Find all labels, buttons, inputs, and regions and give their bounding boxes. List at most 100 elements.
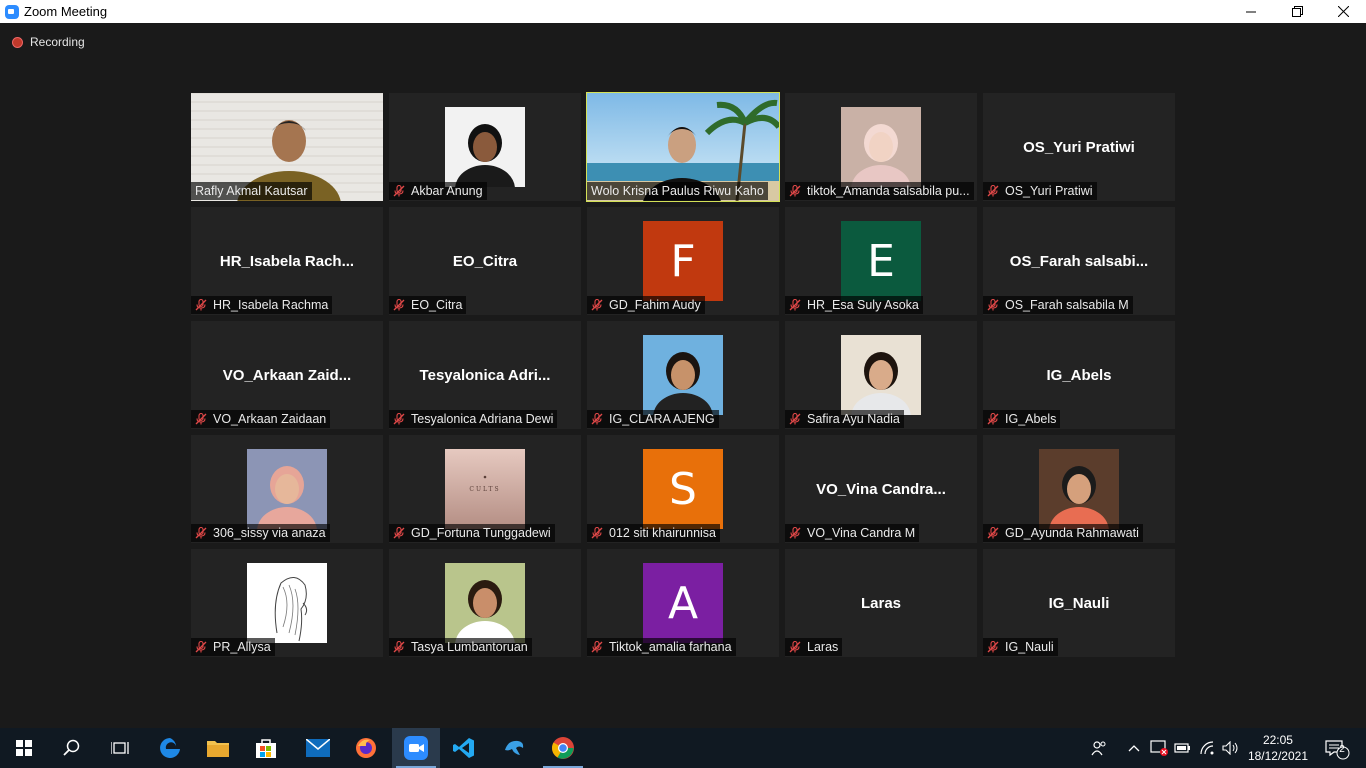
zoom-taskbar-button[interactable] bbox=[392, 728, 440, 768]
participant-tile[interactable]: Wolo Krisna Paulus Riwu Kaho bbox=[586, 92, 780, 202]
maximize-button[interactable] bbox=[1274, 0, 1320, 23]
participant-name-label: GD_Fahim Audy bbox=[587, 296, 705, 314]
mic-muted-icon bbox=[789, 299, 801, 311]
participant-name: HR_Isabela Rachma bbox=[213, 298, 329, 312]
participant-tile[interactable]: E HR_Esa Suly Asoka bbox=[785, 207, 977, 315]
chrome-icon bbox=[552, 737, 574, 759]
participant-tile[interactable]: IG_Abels IG_Abels bbox=[983, 321, 1175, 429]
participant-tile[interactable]: IG_Nauli IG_Nauli bbox=[983, 549, 1175, 657]
participant-tile[interactable]: EO_Citra EO_Citra bbox=[389, 207, 581, 315]
show-hidden-icons-button[interactable] bbox=[1124, 728, 1144, 768]
participant-avatar-letter: E bbox=[841, 221, 921, 301]
profile-photo-art bbox=[841, 107, 921, 187]
start-button[interactable] bbox=[0, 728, 48, 768]
participant-name-label: PR_Allysa bbox=[191, 638, 275, 656]
participant-tile[interactable]: VO_Vina Candra... VO_Vina Candra M bbox=[785, 435, 977, 543]
store-taskbar-button[interactable] bbox=[242, 728, 290, 768]
participant-name-label: 012 siti khairunnisa bbox=[587, 524, 721, 542]
close-icon bbox=[1337, 6, 1349, 17]
participant-name-label: OS_Yuri Pratiwi bbox=[983, 182, 1097, 200]
people-tray-button[interactable] bbox=[1088, 728, 1110, 768]
mic-muted-icon bbox=[591, 641, 603, 653]
participant-display-name: VO_Arkaan Zaid... bbox=[222, 367, 352, 384]
participant-tile[interactable]: A Tiktok_amalia farhana bbox=[587, 549, 779, 657]
participant-tile[interactable]: Rafly Akmal Kautsar bbox=[191, 93, 383, 201]
participant-tile[interactable]: Laras Laras bbox=[785, 549, 977, 657]
participant-tile[interactable]: VO_Arkaan Zaid... VO_Arkaan Zaidaan bbox=[191, 321, 383, 429]
speaker-icon bbox=[1222, 741, 1238, 755]
recording-indicator[interactable]: Recording bbox=[12, 35, 85, 49]
participant-name: GD_Ayunda Rahmawati bbox=[1005, 526, 1139, 540]
participant-avatar-letter: F bbox=[643, 221, 723, 301]
minimize-button[interactable] bbox=[1228, 0, 1274, 23]
edge-taskbar-button[interactable] bbox=[146, 728, 194, 768]
vscode-taskbar-button[interactable] bbox=[440, 728, 488, 768]
svg-text:CULTS: CULTS bbox=[469, 486, 500, 493]
search-button[interactable] bbox=[48, 728, 96, 768]
profile-photo-art bbox=[247, 449, 327, 529]
participant-name: Safira Ayu Nadia bbox=[807, 412, 900, 426]
notification-count: 2 bbox=[1339, 744, 1345, 755]
participant-name: Laras bbox=[807, 640, 839, 654]
participant-name-label: EO_Citra bbox=[389, 296, 467, 314]
participant-name: PR_Allysa bbox=[213, 640, 271, 654]
participant-name: GD_Fortuna Tunggadewi bbox=[411, 526, 551, 540]
participant-display-name: OS_Farah salsabi... bbox=[1009, 253, 1149, 270]
participant-display-name: IG_Abels bbox=[1046, 367, 1112, 384]
participant-tile[interactable]: tiktok_Amanda salsabila pu... bbox=[785, 93, 977, 201]
mic-muted-icon bbox=[393, 641, 405, 653]
task-view-button[interactable] bbox=[96, 728, 144, 768]
participant-tile[interactable]: Safira Ayu Nadia bbox=[785, 321, 977, 429]
taskbar-clock[interactable]: 22:05 18/12/2021 bbox=[1248, 732, 1308, 764]
volume-tray-button[interactable] bbox=[1220, 728, 1242, 768]
windows-logo-icon bbox=[16, 740, 32, 756]
participant-tile[interactable]: GD_Ayunda Rahmawati bbox=[983, 435, 1175, 543]
action-center-button[interactable]: 2 bbox=[1318, 728, 1354, 768]
participant-tile[interactable]: OS_Farah salsabi... OS_Farah salsabila M bbox=[983, 207, 1175, 315]
participant-tile[interactable]: Akbar Anung bbox=[389, 93, 581, 201]
participant-name: HR_Esa Suly Asoka bbox=[807, 298, 919, 312]
file-explorer-taskbar-button[interactable] bbox=[194, 728, 242, 768]
participant-tile[interactable]: OS_Yuri Pratiwi OS_Yuri Pratiwi bbox=[983, 93, 1175, 201]
battery-tray-button[interactable] bbox=[1172, 728, 1194, 768]
mic-muted-icon bbox=[393, 299, 405, 311]
participant-photo bbox=[247, 449, 327, 529]
participant-name-label: HR_Esa Suly Asoka bbox=[785, 296, 923, 314]
participant-tile[interactable]: IG_CLARA AJENG bbox=[587, 321, 779, 429]
mic-muted-icon bbox=[789, 527, 801, 539]
wifi-tray-button[interactable] bbox=[1197, 728, 1219, 768]
close-button[interactable] bbox=[1320, 0, 1366, 23]
participant-tile[interactable]: F GD_Fahim Audy bbox=[587, 207, 779, 315]
migration-app-taskbar-button[interactable] bbox=[490, 728, 538, 768]
mic-muted-icon bbox=[789, 641, 801, 653]
participant-tile[interactable]: PR_Allysa bbox=[191, 549, 383, 657]
record-icon bbox=[12, 36, 23, 48]
participant-name-label: Tesyalonica Adriana Dewi bbox=[389, 410, 558, 428]
chevron-up-icon bbox=[1128, 745, 1140, 752]
security-tray-button[interactable] bbox=[1148, 728, 1170, 768]
participant-name: EO_Citra bbox=[411, 298, 463, 312]
participant-name: tiktok_Amanda salsabila pu... bbox=[807, 184, 970, 198]
chrome-taskbar-button[interactable] bbox=[539, 728, 587, 768]
participant-display-name: Laras bbox=[860, 595, 902, 612]
zoom-app-icon bbox=[5, 4, 19, 19]
folder-icon bbox=[207, 741, 229, 757]
participant-tile[interactable]: CULTS GD_Fortuna Tunggadewi bbox=[389, 435, 581, 543]
participant-tile[interactable]: HR_Isabela Rach... HR_Isabela Rachma bbox=[191, 207, 383, 315]
restore-icon bbox=[1291, 6, 1303, 17]
participant-name-label: Tasya Lumbantoruan bbox=[389, 638, 532, 656]
participant-name: IG_Nauli bbox=[1005, 640, 1054, 654]
mic-muted-icon bbox=[195, 299, 207, 311]
edge-icon bbox=[160, 738, 180, 758]
mail-taskbar-button[interactable] bbox=[294, 728, 342, 768]
participant-tile[interactable]: 306_sissy via anaza bbox=[191, 435, 383, 543]
participant-tile[interactable]: Tasya Lumbantoruan bbox=[389, 549, 581, 657]
mic-muted-icon bbox=[393, 185, 405, 197]
screen-alert-icon bbox=[1150, 740, 1168, 756]
participant-name: OS_Farah salsabila M bbox=[1005, 298, 1129, 312]
mic-muted-icon bbox=[393, 413, 405, 425]
participant-tile[interactable]: Tesyalonica Adri... Tesyalonica Adriana D… bbox=[389, 321, 581, 429]
participant-tile[interactable]: S 012 siti khairunnisa bbox=[587, 435, 779, 543]
firefox-taskbar-button[interactable] bbox=[342, 728, 390, 768]
participant-photo bbox=[841, 335, 921, 415]
